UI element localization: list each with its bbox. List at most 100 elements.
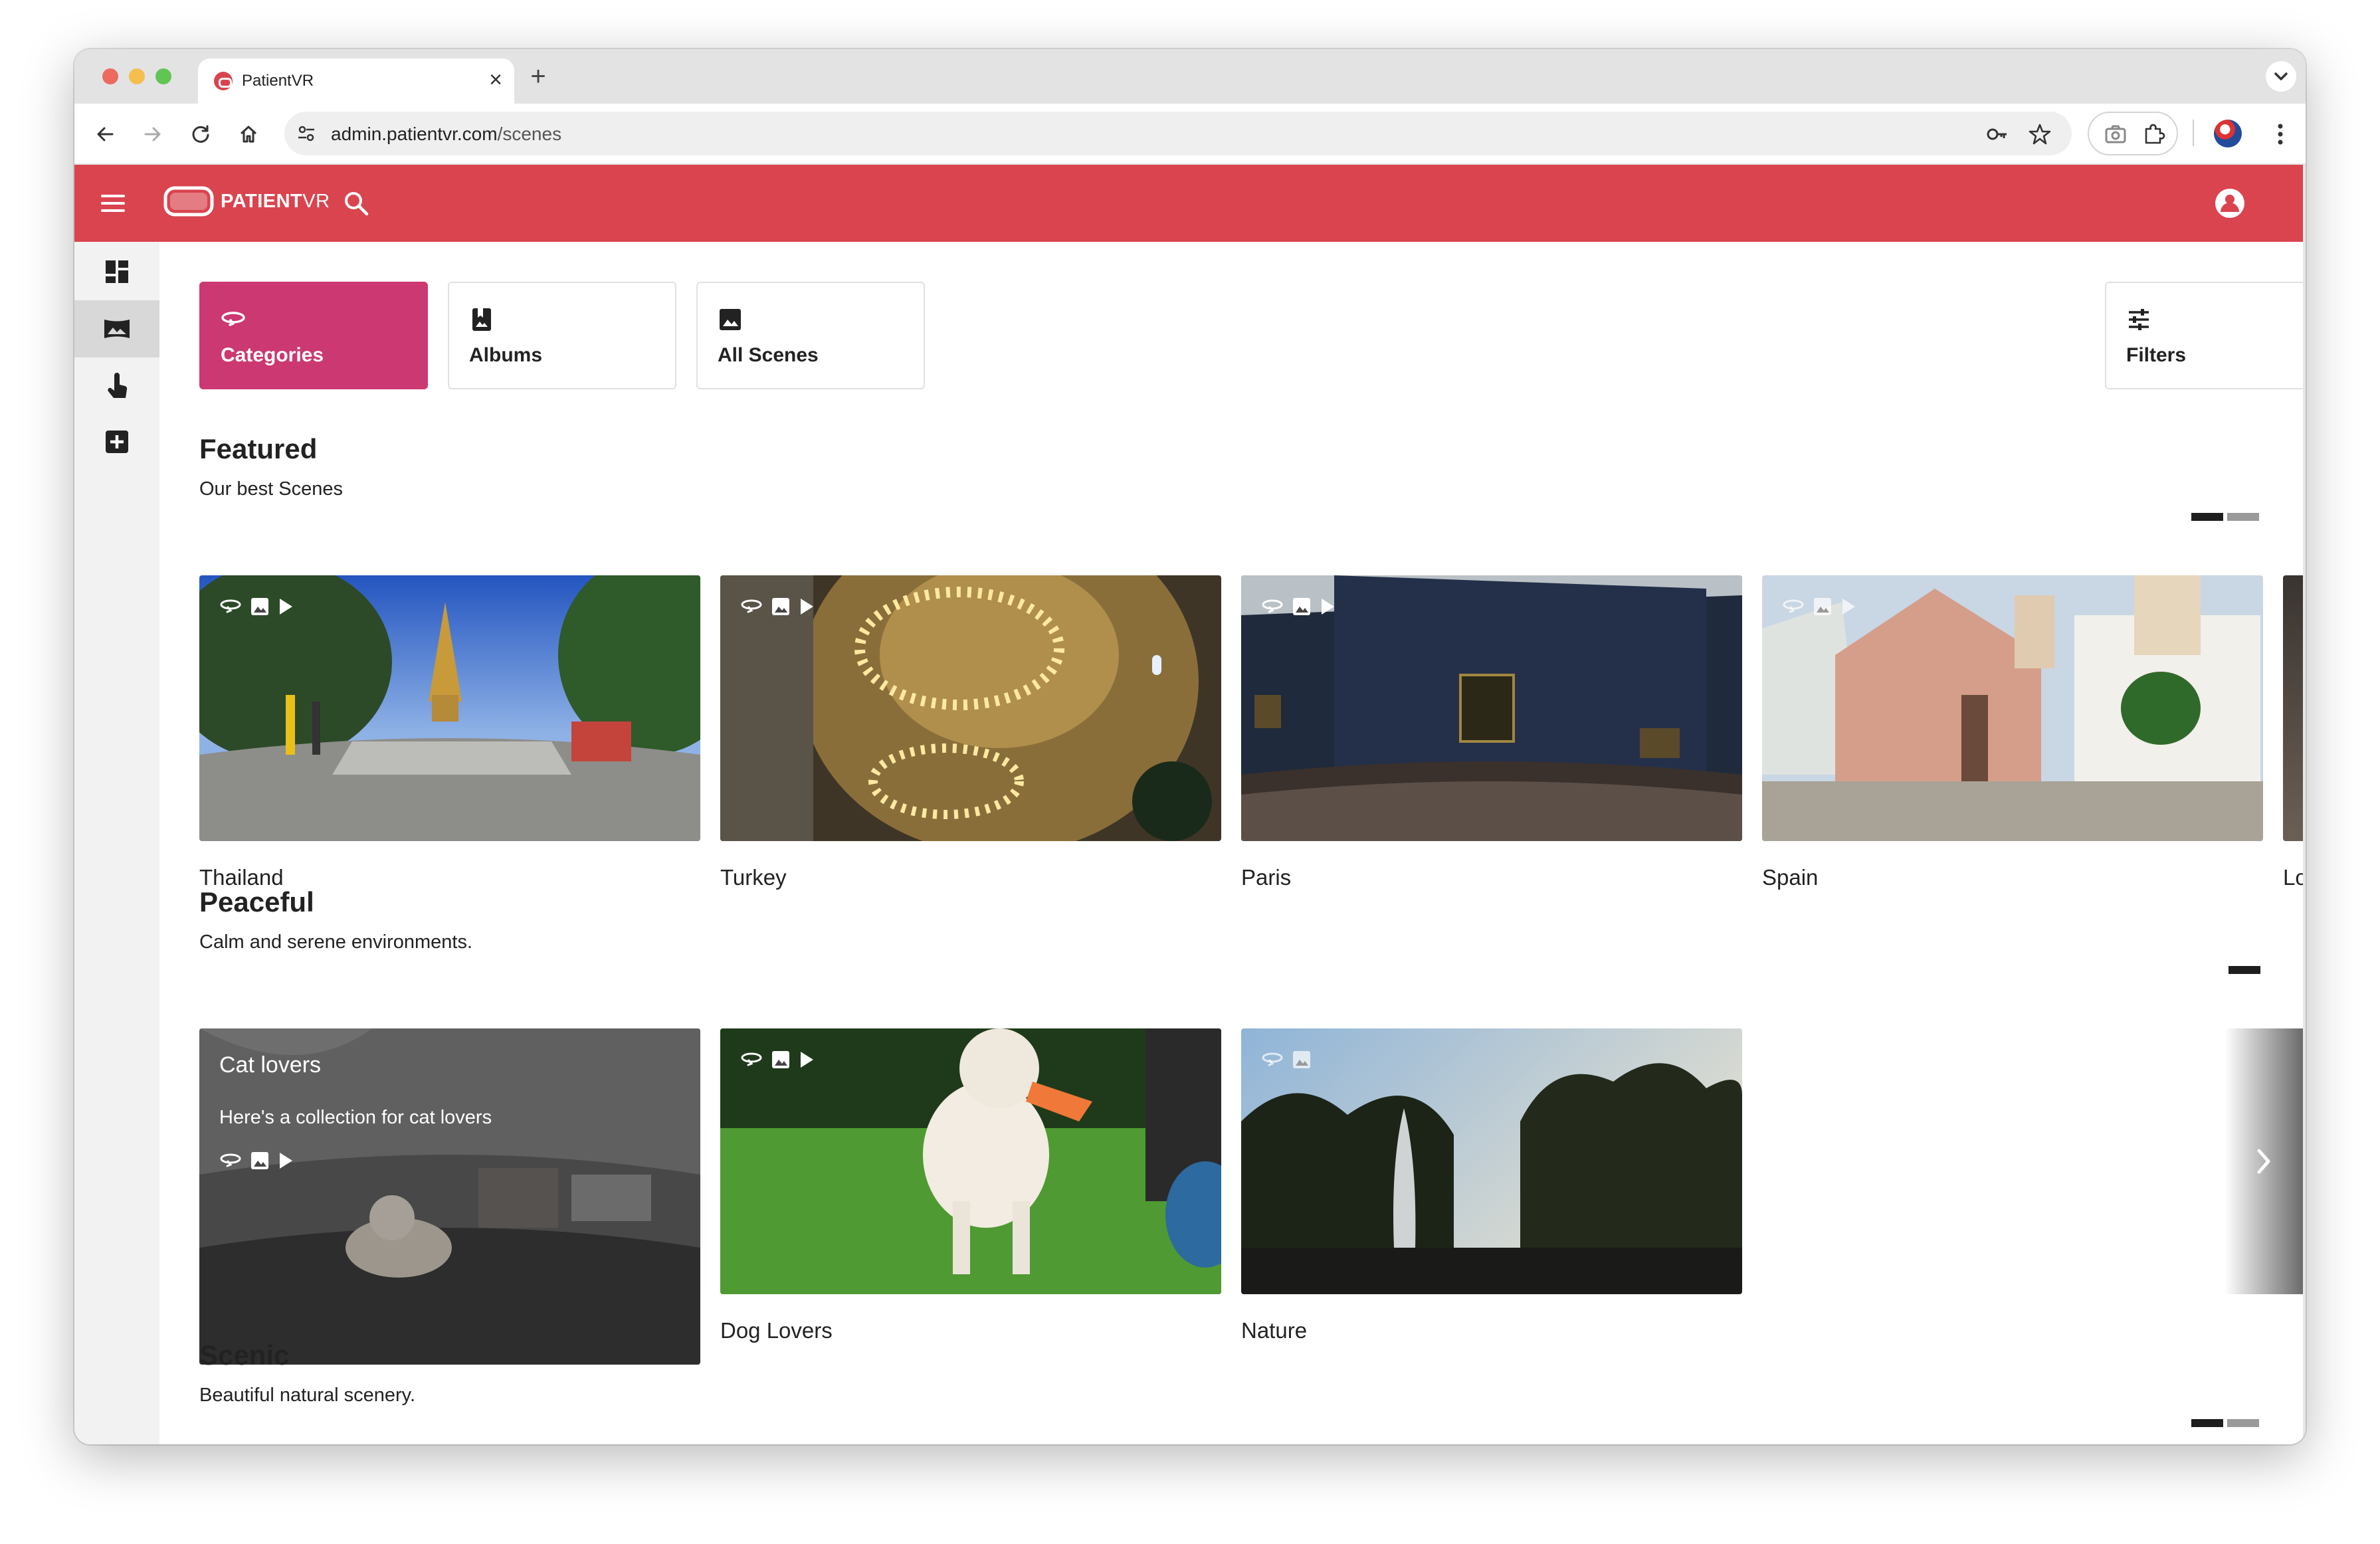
vr-360-icon bbox=[741, 599, 762, 613]
pager-dot[interactable] bbox=[2227, 513, 2259, 521]
chevron-down-icon bbox=[2274, 72, 2288, 80]
pager-dot-active[interactable] bbox=[2191, 513, 2223, 521]
play-icon bbox=[801, 1052, 813, 1068]
sidebar bbox=[74, 242, 159, 1444]
scene-label-dog-lovers: Dog Lovers bbox=[720, 1318, 833, 1343]
tab-title: PatientVR bbox=[242, 72, 314, 90]
carousel-next-peaceful[interactable] bbox=[2225, 1028, 2303, 1294]
scene-label-partial: Lo bbox=[2283, 865, 2303, 890]
touch-icon bbox=[108, 373, 128, 398]
filters-button[interactable]: Filters bbox=[2105, 282, 2303, 389]
photo-icon bbox=[1293, 1051, 1310, 1068]
minimize-window-button[interactable] bbox=[129, 68, 145, 84]
sidebar-item-dashboard[interactable] bbox=[74, 243, 159, 300]
scene-card-turkey[interactable] bbox=[720, 575, 1221, 841]
filters-label: Filters bbox=[2126, 344, 2187, 366]
extensions-group bbox=[2088, 112, 2178, 155]
tab-label: All Scenes bbox=[718, 344, 819, 366]
patientvr-favicon-icon bbox=[214, 72, 233, 90]
site-info-icon[interactable] bbox=[296, 124, 316, 144]
carousel-pager-featured[interactable] bbox=[2191, 513, 2259, 521]
home-icon bbox=[240, 126, 257, 143]
media-type-icons bbox=[1261, 1050, 1312, 1070]
arrow-left-icon bbox=[97, 127, 114, 142]
photo-icon bbox=[1814, 598, 1831, 615]
search-icon[interactable] bbox=[343, 190, 369, 217]
password-key-icon[interactable] bbox=[1985, 122, 2009, 146]
tab-close-icon[interactable]: × bbox=[489, 66, 502, 93]
toolbar-divider bbox=[2193, 120, 2194, 146]
section-subtitle-featured: Our best Scenes bbox=[199, 478, 343, 500]
home-button[interactable] bbox=[231, 117, 266, 151]
album-title: Cat lovers bbox=[219, 1052, 322, 1078]
scene-label-nature: Nature bbox=[1241, 1318, 1308, 1343]
play-icon bbox=[801, 599, 813, 615]
scene-card-paris[interactable] bbox=[1241, 575, 1742, 841]
media-type-icons bbox=[740, 597, 815, 617]
main-content: Categories Albums All Scenes Filters Fea… bbox=[159, 242, 2303, 1444]
dashboard-icon bbox=[106, 260, 128, 283]
tab-label: Albums bbox=[469, 344, 543, 366]
browser-window: PatientVR × + admin.patientvr.com/scenes bbox=[74, 49, 2306, 1444]
section-subtitle-peaceful: Calm and serene environments. bbox=[199, 931, 473, 953]
section-title-featured: Featured bbox=[199, 433, 318, 464]
address-bar[interactable]: admin.patientvr.com/scenes bbox=[284, 112, 2072, 155]
account-circle-icon[interactable] bbox=[2214, 187, 2246, 219]
sidebar-item-interactions[interactable] bbox=[74, 357, 159, 415]
close-window-button[interactable] bbox=[102, 68, 118, 84]
scene-card-nature[interactable] bbox=[1241, 1028, 1742, 1294]
scene-card-spain[interactable] bbox=[1762, 575, 2263, 841]
play-icon bbox=[1322, 599, 1334, 615]
maximize-window-button[interactable] bbox=[155, 68, 171, 84]
page-scrollbar[interactable] bbox=[2303, 165, 2306, 1444]
play-icon bbox=[280, 1153, 292, 1169]
section-title-scenic: Scenic bbox=[199, 1339, 290, 1371]
url-host: admin.patientvr.com bbox=[331, 124, 498, 144]
forward-button[interactable] bbox=[136, 117, 170, 151]
tab-categories[interactable]: Categories bbox=[199, 282, 428, 389]
tab-albums[interactable]: Albums bbox=[448, 282, 676, 389]
patientvr-logo[interactable]: PATIENTVR bbox=[163, 185, 330, 218]
chevron-right-icon bbox=[2257, 1149, 2270, 1174]
vr-360-icon bbox=[1262, 599, 1283, 613]
carousel-next-featured[interactable] bbox=[2251, 575, 2300, 841]
play-icon bbox=[280, 599, 292, 615]
scene-card-thailand[interactable] bbox=[199, 575, 700, 841]
media-type-icons bbox=[219, 597, 294, 617]
tab-all-scenes[interactable]: All Scenes bbox=[696, 282, 925, 389]
arrow-right-icon bbox=[144, 127, 161, 142]
play-icon bbox=[1842, 599, 1855, 615]
camera-icon[interactable] bbox=[2104, 122, 2128, 146]
tab-search-button[interactable] bbox=[2266, 61, 2296, 92]
carousel-pager-peaceful[interactable] bbox=[2229, 966, 2260, 974]
carousel-pager-scenic[interactable] bbox=[2191, 1419, 2259, 1427]
media-type-icons bbox=[1782, 597, 1856, 617]
extensions-puzzle-icon[interactable] bbox=[2142, 122, 2166, 146]
album-description: Here's a collection for cat lovers bbox=[219, 1107, 492, 1128]
hamburger-menu-icon[interactable] bbox=[100, 190, 126, 217]
nature-thumbnail bbox=[1241, 1028, 1742, 1294]
reload-button[interactable] bbox=[183, 117, 218, 151]
vr-360-icon bbox=[1783, 599, 1804, 613]
chevron-right-icon bbox=[2269, 696, 2282, 721]
sidebar-item-add[interactable] bbox=[74, 413, 159, 470]
profile-avatar[interactable] bbox=[2214, 120, 2242, 147]
browser-tab[interactable]: PatientVR × bbox=[198, 58, 514, 104]
brand-thin: VR bbox=[302, 190, 330, 212]
browser-menu-button[interactable] bbox=[2263, 117, 2298, 151]
back-button[interactable] bbox=[88, 117, 122, 151]
vr-360-icon bbox=[741, 1052, 762, 1066]
pager-dot-active[interactable] bbox=[2229, 966, 2260, 974]
section-subtitle-scenic: Beautiful natural scenery. bbox=[199, 1385, 416, 1406]
image-icon bbox=[720, 309, 741, 330]
pager-dot-active[interactable] bbox=[2191, 1419, 2223, 1427]
album-card-cat-lovers[interactable]: Cat lovers Here's a collection for cat l… bbox=[199, 1028, 700, 1365]
tab-label: Categories bbox=[221, 344, 324, 366]
sidebar-item-scenes[interactable] bbox=[74, 300, 159, 357]
scene-card-dog-lovers[interactable] bbox=[720, 1028, 1221, 1294]
bookmark-star-icon[interactable] bbox=[2028, 122, 2052, 146]
url-text[interactable]: admin.patientvr.com/scenes bbox=[331, 124, 561, 145]
pager-dot[interactable] bbox=[2227, 1419, 2259, 1427]
photo-icon bbox=[772, 598, 789, 615]
new-tab-button[interactable]: + bbox=[520, 60, 557, 93]
